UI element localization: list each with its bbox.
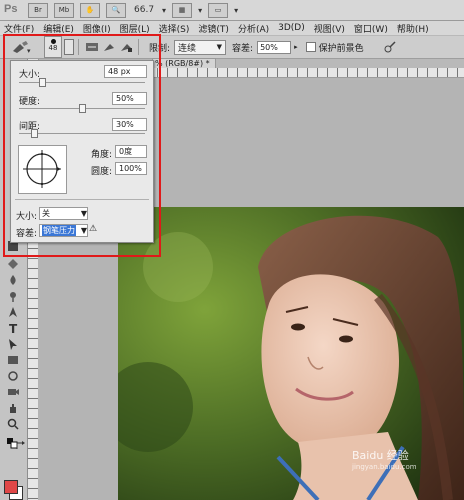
chevron-down-icon: ▼ <box>216 43 223 51</box>
watermark: Baidu 经验 jingyan.baidu.com <box>352 447 417 471</box>
background-eraser-icon: ▾ <box>13 41 31 55</box>
sampling-once-icon[interactable] <box>101 40 117 54</box>
brush-preset-picker[interactable]: 48 <box>44 36 62 58</box>
3d-rotate-icon[interactable] <box>6 369 20 383</box>
size-jitter-label: 大小: <box>16 212 38 222</box>
options-separator <box>138 39 139 55</box>
hand-icon[interactable] <box>6 401 20 415</box>
document-tab-title: % (RGB/8#) * <box>155 59 210 68</box>
spacing-slider-thumb[interactable] <box>31 129 39 138</box>
hardness-label: 硬度: <box>19 97 41 107</box>
svg-text:T: T <box>9 322 18 334</box>
screen-mode-dropdown-icon[interactable]: ▾ <box>234 6 238 15</box>
menu-bar: 文件(F) 编辑(E) 图像(I) 图层(L) 选择(S) 滤镜(T) 分析(A… <box>0 21 464 35</box>
protect-foreground-checkbox[interactable] <box>305 42 316 52</box>
angle-label: 角度: <box>91 150 113 160</box>
hand-icon[interactable]: ✋ <box>80 2 100 18</box>
watermark-sub: jingyan.baidu.com <box>352 463 417 471</box>
menu-help[interactable]: 帮助(H) <box>393 22 434 35</box>
pen-tool-icon[interactable] <box>6 305 20 319</box>
size-jitter-select[interactable]: 关 ▼ <box>39 207 88 220</box>
tolerance-control-value: 钢笔压力 <box>42 225 76 236</box>
roundness-label: 圆度: <box>91 167 113 177</box>
menu-select[interactable]: 选择(S) <box>155 22 195 35</box>
roundness-input[interactable]: 100% <box>115 162 147 175</box>
screen-mode-icon[interactable]: ▭ <box>208 2 229 18</box>
sampling-continuous-icon[interactable] <box>84 40 100 54</box>
brush-size-value: 48 <box>48 44 58 52</box>
size-input[interactable]: 48 px <box>104 65 147 78</box>
limit-select[interactable]: 连续 ▼ <box>174 39 227 55</box>
size-jitter-value: 关 <box>42 209 50 218</box>
zoom-icon[interactable]: 🔍 <box>106 2 126 18</box>
chevron-down-icon: ▼ <box>80 209 87 218</box>
mini-bridge-button[interactable]: Mb <box>54 2 74 18</box>
bridge-button[interactable]: Br <box>28 2 48 18</box>
path-selection-icon[interactable] <box>6 337 20 351</box>
tolerance-label: 容差: <box>232 43 254 54</box>
tablet-pressure-icon[interactable] <box>382 40 398 54</box>
size-label: 大小: <box>19 70 41 80</box>
brush-angle-preview[interactable] <box>18 145 67 194</box>
brush-tip-crosshair-icon <box>23 150 61 188</box>
dodge-tool-icon[interactable] <box>6 289 20 303</box>
protect-foreground-label: 保护前景色 <box>318 43 364 54</box>
tolerance-input[interactable]: 50% <box>257 40 292 54</box>
photoshop-logo: Ps <box>4 3 18 15</box>
panel-divider <box>15 199 149 200</box>
hardness-slider-thumb[interactable] <box>79 104 86 113</box>
limit-label: 限制: <box>149 43 171 54</box>
menu-view[interactable]: 视图(V) <box>310 22 350 35</box>
svg-text:▾: ▾ <box>27 47 31 55</box>
menu-file[interactable]: 文件(F) <box>0 22 39 35</box>
arrange-dropdown-icon[interactable]: ▾ <box>198 6 202 15</box>
zoom-icon[interactable] <box>6 417 20 431</box>
shape-tool-icon[interactable] <box>6 353 20 367</box>
type-tool-icon[interactable]: T <box>6 321 20 335</box>
blur-tool-icon[interactable] <box>6 273 20 287</box>
application-bar: Ps Br Mb ✋ 🔍 66.7 ▾ ▦ ▾ ▭ ▾ <box>0 0 464 21</box>
3d-camera-icon[interactable] <box>6 385 20 399</box>
paint-bucket-icon[interactable] <box>6 257 20 271</box>
menu-image[interactable]: 图像(I) <box>79 22 116 35</box>
warning-icon: ⚠ <box>89 224 98 234</box>
photo-canvas[interactable]: Baidu 经验 jingyan.baidu.com <box>118 207 464 500</box>
watermark-text: Baidu 经验 <box>352 449 409 462</box>
foreground-color-swatch[interactable] <box>4 480 18 494</box>
zoom-level[interactable]: 66.7 <box>132 5 156 15</box>
tolerance-control-select[interactable]: 钢笔压力 ▼ <box>39 224 88 237</box>
brush-picker-toggle[interactable] <box>64 39 74 55</box>
zoom-dropdown-icon[interactable]: ▾ <box>162 6 166 15</box>
angle-input[interactable]: 0度 <box>115 145 147 158</box>
menu-edit[interactable]: 编辑(E) <box>39 22 79 35</box>
swap-colors-icon[interactable] <box>14 439 28 453</box>
menu-layer[interactable]: 图层(L) <box>116 22 155 35</box>
options-separator <box>78 39 79 55</box>
menu-analysis[interactable]: 分析(A) <box>234 22 274 35</box>
chevron-down-icon: ▼ <box>80 226 87 235</box>
spacing-input[interactable]: 30% <box>112 118 147 131</box>
options-bar: ▾ 48 限制: 连续 ▼ 容差: 50% ▸ 保护前景色 <box>0 36 464 59</box>
menu-filter[interactable]: 滤镜(T) <box>194 22 234 35</box>
tolerance-control-label: 容差: <box>16 229 38 239</box>
menu-3d[interactable]: 3D(D) <box>274 23 310 33</box>
tolerance-slider-toggle-icon[interactable]: ▸ <box>294 43 298 51</box>
brush-settings-popup: 大小: 48 px 硬度: 50% 间距: 30% 角度: 0度 圆度: 100… <box>10 60 154 243</box>
tool-preset-picker[interactable]: ▾ <box>10 38 32 56</box>
size-slider-thumb[interactable] <box>38 78 46 87</box>
limit-select-value: 连续 <box>178 43 197 54</box>
menu-window[interactable]: 窗口(W) <box>350 22 393 35</box>
sampling-background-swatch-icon[interactable] <box>118 40 134 54</box>
arrange-documents-icon[interactable]: ▦ <box>172 2 193 18</box>
hardness-input[interactable]: 50% <box>112 92 147 105</box>
